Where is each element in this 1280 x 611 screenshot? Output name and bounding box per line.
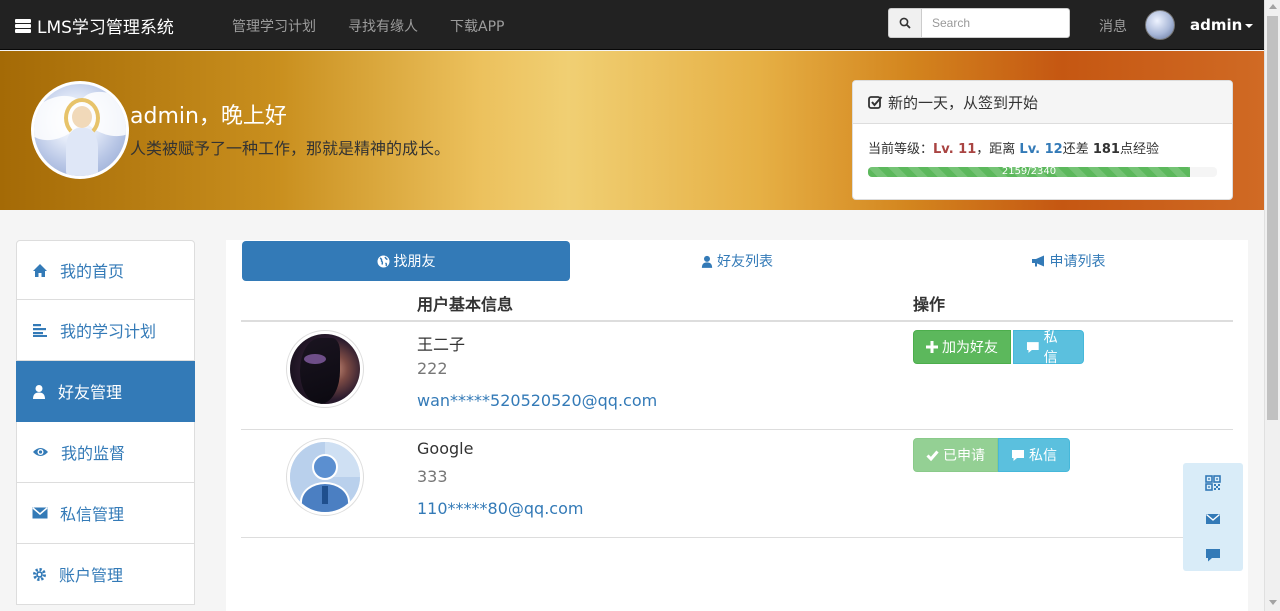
sidebar-item-account[interactable]: 账户管理 — [16, 544, 195, 605]
sidebar-item-label: 私信管理 — [60, 505, 125, 524]
header-divider — [241, 320, 1233, 322]
check-square-icon — [868, 95, 883, 109]
server-icon — [15, 18, 31, 33]
requested-button[interactable]: 已申请 — [913, 438, 998, 472]
motto: 人类被赋予了一种工作，那就是精神的成长。 — [130, 139, 451, 158]
user-avatar[interactable] — [286, 330, 364, 408]
sidebar-item-study-plan[interactable]: 我的学习计划 — [16, 300, 195, 361]
current-level: Lv. 11 — [933, 142, 977, 157]
search-input[interactable] — [921, 8, 1070, 38]
user-email[interactable]: wan*****520520520@qq.com — [417, 391, 657, 410]
checkin-header[interactable]: 新的一天，从签到开始 — [853, 81, 1232, 124]
button-label: 私信 — [1043, 330, 1058, 366]
eye-icon — [33, 448, 48, 456]
profile-banner: admin，晚上好 人类被赋予了一种工作，那就是精神的成长。 新的一天，从签到开… — [0, 51, 1264, 210]
user-avatar[interactable] — [286, 438, 364, 516]
user-icon — [33, 384, 45, 399]
user-email[interactable]: 110*****80@qq.com — [417, 499, 583, 518]
sidebar-item-home[interactable]: 我的首页 — [16, 240, 195, 300]
tab-friend-list[interactable]: 好友列表 — [570, 241, 904, 281]
row-divider — [241, 537, 1233, 538]
column-header-info: 用户基本信息 — [417, 295, 514, 314]
floating-toolbar — [1183, 463, 1243, 571]
scroll-down-arrow-icon[interactable] — [1269, 600, 1277, 605]
level-mid: ，距离 — [976, 142, 1020, 157]
sidebar: 我的首页 我的学习计划 好友管理 我的监督 私信管理 账户管理 — [16, 240, 195, 605]
caret-down-icon — [1245, 23, 1254, 28]
exp-diff: 181 — [1092, 142, 1120, 157]
comment-icon — [1012, 449, 1024, 461]
exp-progress-bar: 2159/2340 — [868, 167, 1190, 177]
sidebar-item-messages[interactable]: 私信管理 — [16, 483, 195, 544]
private-message-button[interactable]: 私信 — [1013, 330, 1084, 366]
tab-label: 找朋友 — [393, 254, 436, 270]
nav-manage-plan[interactable]: 管理学习计划 — [232, 16, 316, 36]
checkin-title: 新的一天，从签到开始 — [888, 93, 1039, 112]
user-name: Google — [417, 439, 474, 458]
tab-request-list[interactable]: 申请列表 — [904, 241, 1232, 281]
page-scrollbar[interactable] — [1264, 0, 1280, 611]
brand-text: LMS学习管理系统 — [37, 18, 174, 38]
tab-label: 好友列表 — [717, 254, 773, 270]
button-label: 已申请 — [943, 448, 985, 464]
profile-avatar — [31, 81, 129, 179]
button-label: 加为好友 — [942, 340, 998, 356]
tab-find-friends[interactable]: 找朋友 — [242, 241, 570, 281]
level-prefix: 当前等级： — [868, 142, 934, 157]
private-message-button[interactable]: 私信 — [998, 438, 1070, 472]
user-menu[interactable]: admin — [1190, 16, 1254, 34]
home-icon — [33, 263, 47, 277]
sidebar-item-friends[interactable]: 好友管理 — [16, 361, 195, 422]
top-navbar: LMS学习管理系统 管理学习计划 寻找有缘人 下载APP 消息 admin — [0, 0, 1264, 50]
sidebar-item-label: 我的学习计划 — [60, 322, 157, 341]
qrcode-icon[interactable] — [1205, 475, 1221, 491]
sidebar-item-label: 账户管理 — [59, 566, 124, 585]
user-name: 王二子 — [417, 335, 466, 354]
add-friend-button[interactable]: 加为好友 — [913, 330, 1011, 364]
column-header-action: 操作 — [913, 295, 946, 314]
next-level: Lv. 12 — [1019, 142, 1063, 157]
bullhorn-icon — [1031, 255, 1044, 267]
align-left-icon — [33, 324, 47, 337]
user-id: 333 — [417, 467, 448, 486]
search-button[interactable] — [888, 8, 922, 38]
level-suffix: 点经验 — [1119, 142, 1159, 157]
scrollbar-thumb[interactable] — [1267, 16, 1278, 420]
level-info: 当前等级：Lv. 11，距离 Lv. 12还差 181点经验 — [868, 138, 1217, 157]
nav-download-app[interactable]: 下载APP — [450, 16, 504, 36]
envelope-icon — [32, 507, 48, 519]
row-divider — [241, 429, 1233, 430]
plus-icon — [926, 341, 938, 353]
sidebar-item-label: 好友管理 — [58, 383, 123, 402]
tab-label: 申请列表 — [1049, 254, 1106, 270]
main-panel: 找朋友 好友列表 申请列表 用户基本信息 操作 王二子 222 wan*****… — [226, 240, 1248, 611]
nav-messages[interactable]: 消息 — [1099, 16, 1127, 36]
level-diff-label: 还差 — [1062, 142, 1093, 157]
globe-icon — [377, 255, 389, 267]
gear-icon — [33, 567, 46, 581]
brand[interactable]: LMS学习管理系统 — [14, 13, 174, 38]
user-id: 222 — [417, 359, 448, 378]
user-icon — [701, 255, 713, 268]
button-label: 私信 — [1029, 448, 1057, 464]
checkin-panel: 新的一天，从签到开始 当前等级：Lv. 11，距离 Lv. 12还差 181点经… — [852, 80, 1233, 200]
sidebar-item-label: 我的首页 — [60, 262, 125, 281]
search-icon — [899, 17, 911, 29]
sidebar-item-label: 我的监督 — [61, 444, 126, 463]
exp-progress: 2159/2340 — [868, 167, 1217, 177]
check-icon — [926, 450, 939, 461]
comment-icon[interactable] — [1205, 547, 1221, 563]
user-menu-label: admin — [1190, 16, 1243, 34]
nav-avatar[interactable] — [1145, 10, 1175, 40]
greeting: admin，晚上好 — [130, 104, 287, 129]
comment-icon — [1026, 341, 1039, 353]
scroll-up-arrow-icon[interactable] — [1269, 4, 1277, 9]
nav-find-match[interactable]: 寻找有缘人 — [348, 16, 418, 36]
envelope-icon[interactable] — [1205, 511, 1221, 527]
sidebar-item-supervision[interactable]: 我的监督 — [16, 422, 195, 483]
